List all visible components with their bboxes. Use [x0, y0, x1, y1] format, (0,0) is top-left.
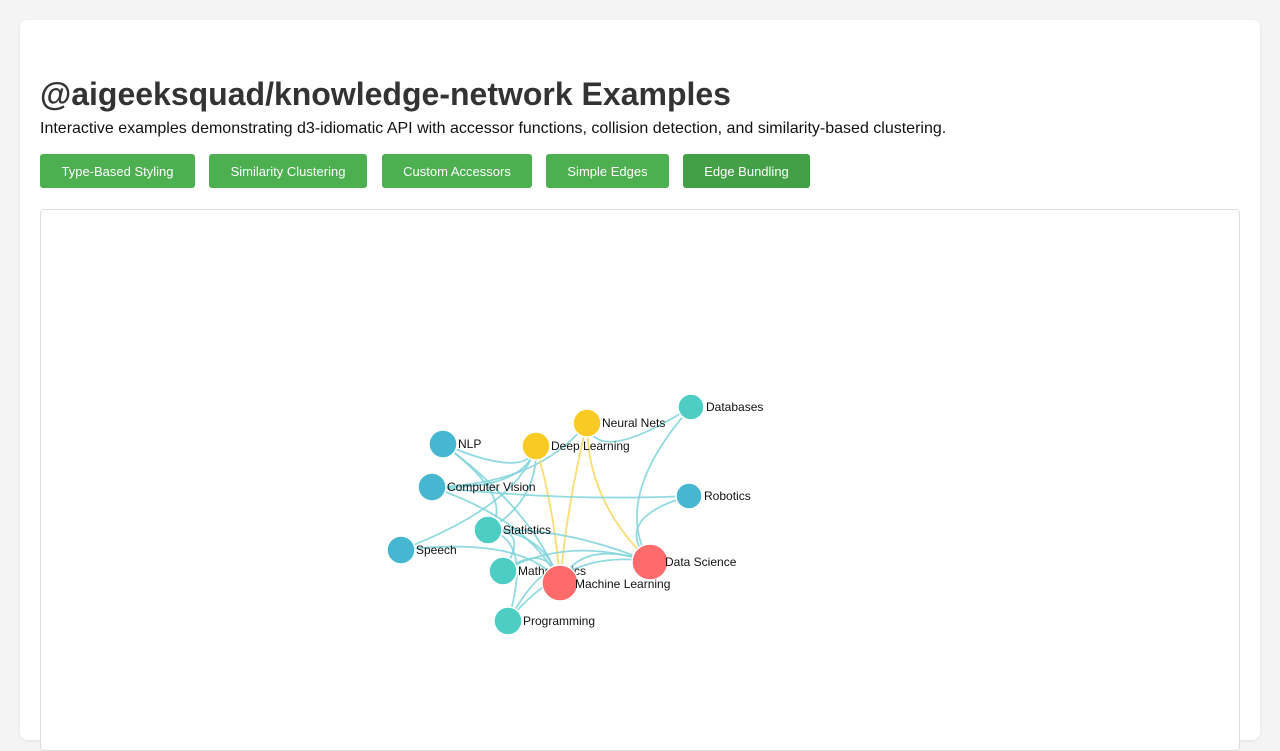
node-computer-vision[interactable]: Computer Vision	[417, 472, 536, 502]
node-databases[interactable]: Databases	[677, 393, 763, 421]
node-circle-mathematics[interactable]	[488, 556, 518, 586]
node-data-science[interactable]: Data Science	[631, 543, 737, 581]
node-statistics[interactable]: Statistics	[473, 515, 551, 545]
similarity-clustering-button[interactable]: Similarity Clustering	[209, 154, 367, 188]
node-circle-data-science[interactable]	[631, 543, 669, 581]
node-circle-databases[interactable]	[677, 393, 705, 421]
node-label-deep-learning: Deep Learning	[551, 439, 630, 453]
node-label-programming: Programming	[523, 614, 595, 628]
node-circle-computer-vision[interactable]	[417, 472, 447, 502]
page-description: Interactive examples demonstrating d3-id…	[40, 120, 947, 137]
node-label-statistics: Statistics	[503, 523, 551, 537]
node-programming[interactable]: Programming	[493, 606, 595, 636]
node-label-data-science: Data Science	[665, 555, 737, 569]
node-neural-nets[interactable]: Neural Nets	[572, 408, 665, 438]
node-label-nlp: NLP	[458, 437, 481, 451]
knowledge-network-graph[interactable]: Databases Neural Nets NLP Deep Learning Comp…	[41, 210, 1239, 750]
node-label-neural-nets: Neural Nets	[602, 416, 665, 430]
node-label-machine-learning: Machine Learning	[575, 577, 670, 591]
node-robotics[interactable]: Robotics	[675, 482, 751, 510]
node-circle-nlp[interactable]	[428, 429, 458, 459]
examples-card: @aigeeksquad/knowledge-network Examples …	[20, 20, 1260, 751]
node-circle-programming[interactable]	[493, 606, 523, 636]
node-label-computer-vision: Computer Vision	[447, 480, 536, 494]
type-based-styling-button[interactable]: Type-Based Styling	[40, 154, 195, 188]
node-circle-robotics[interactable]	[675, 482, 703, 510]
custom-accessors-button[interactable]: Custom Accessors	[382, 154, 532, 188]
node-circle-deep-learning[interactable]	[521, 431, 551, 461]
node-circle-neural-nets[interactable]	[572, 408, 602, 438]
node-layer: Databases Neural Nets NLP Deep Learning Comp…	[386, 393, 763, 636]
node-circle-speech[interactable]	[386, 535, 416, 565]
node-speech[interactable]: Speech	[386, 535, 457, 565]
simple-edges-button[interactable]: Simple Edges	[546, 154, 669, 188]
node-label-robotics: Robotics	[704, 489, 751, 503]
page-title: @aigeeksquad/knowledge-network Examples	[40, 76, 731, 112]
node-circle-statistics[interactable]	[473, 515, 503, 545]
network-canvas[interactable]: Databases Neural Nets NLP Deep Learning Comp…	[40, 209, 1240, 751]
node-label-speech: Speech	[416, 543, 457, 557]
node-circle-machine-learning[interactable]	[541, 564, 579, 602]
edge-bundling-button[interactable]: Edge Bundling	[683, 154, 810, 188]
node-label-databases: Databases	[706, 400, 763, 414]
